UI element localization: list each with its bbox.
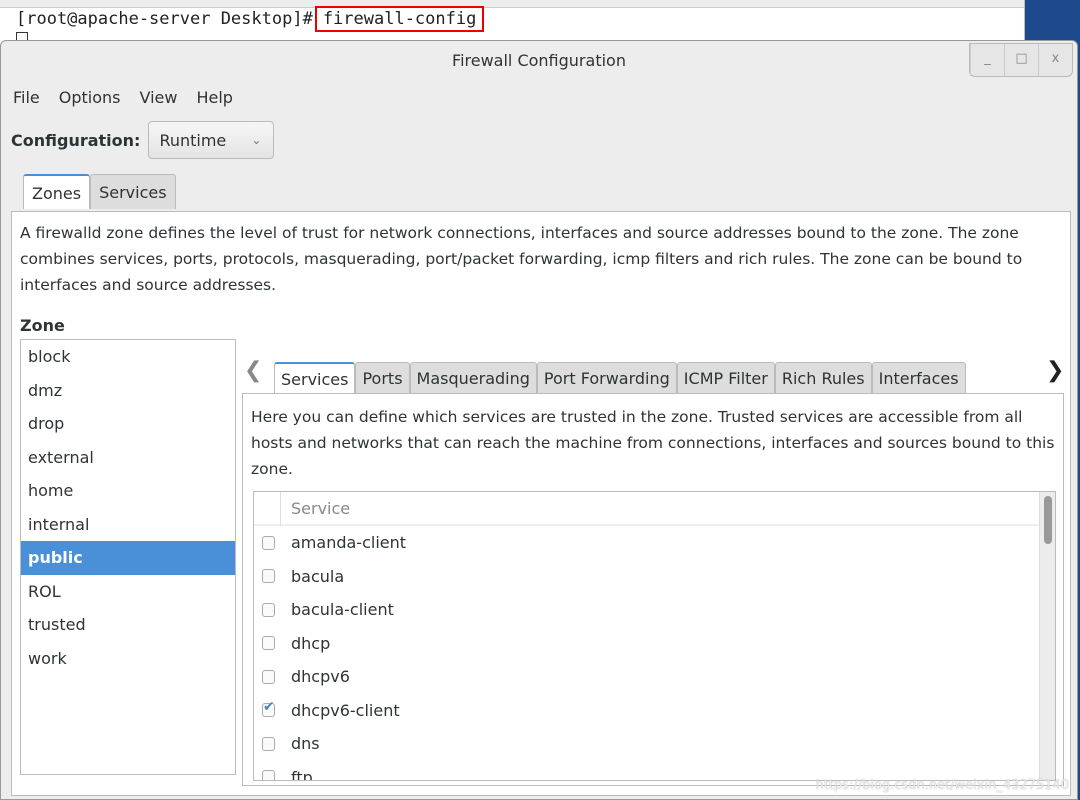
firewall-config-window: Firewall Configuration _ □ x File Option…: [0, 40, 1078, 800]
service-checkbox[interactable]: [262, 736, 275, 751]
tab-zones[interactable]: Zones: [23, 174, 91, 209]
terminal-window: [root@apache-server Desktop]# firewall-co…: [0, 0, 1025, 45]
service-name: bacula-client: [291, 600, 394, 620]
tab-interfaces[interactable]: Interfaces: [871, 362, 966, 394]
tab-zone-services[interactable]: Services: [274, 362, 356, 394]
configuration-value: Runtime: [159, 130, 227, 150]
maximize-button[interactable]: □: [1004, 44, 1038, 76]
tab-icmp-filter[interactable]: ICMP Filter: [676, 362, 775, 394]
service-row[interactable]: dhcpv6-client: [254, 694, 1055, 728]
service-name: dns: [291, 734, 320, 754]
service-checkbox[interactable]: [262, 569, 275, 584]
services-table: Service amanda-client bacula bacula-client…: [253, 491, 1056, 781]
service-name: dhcpv6: [291, 667, 350, 687]
zone-list: block dmz drop external home internal pu…: [20, 339, 236, 775]
zones-panel: A firewalld zone defines the level of tr…: [11, 211, 1071, 796]
service-row[interactable]: dhcp: [254, 627, 1055, 661]
chevron-right-icon[interactable]: ❯: [1046, 358, 1064, 383]
menu-bar: File Options View Help: [13, 88, 233, 107]
highlighted-command: firewall-config: [314, 6, 485, 32]
service-row[interactable]: amanda-client: [254, 526, 1055, 560]
zone-item-trusted[interactable]: trusted: [21, 608, 235, 642]
chevron-left-icon[interactable]: ❮: [244, 358, 262, 383]
tab-masquerading[interactable]: Masquerading: [409, 362, 537, 394]
service-checkbox[interactable]: [262, 669, 275, 684]
menu-options[interactable]: Options: [59, 88, 121, 107]
service-checkbox[interactable]: [262, 770, 275, 780]
zone-item-public[interactable]: public: [21, 541, 235, 575]
tab-services[interactable]: Services: [90, 174, 176, 209]
zone-item-external[interactable]: external: [21, 441, 235, 475]
service-name: dhcpv6-client: [291, 700, 400, 720]
menu-help[interactable]: Help: [196, 88, 232, 107]
terminal-line: [root@apache-server Desktop]# firewall-co…: [16, 6, 485, 32]
chevron-down-icon: ⌄: [251, 133, 262, 147]
zone-item-drop[interactable]: drop: [21, 407, 235, 441]
service-checkbox[interactable]: [262, 636, 275, 651]
scrollbar-thumb[interactable]: [1044, 496, 1052, 544]
tab-port-forwarding[interactable]: Port Forwarding: [536, 362, 677, 394]
menu-view[interactable]: View: [140, 88, 178, 107]
service-row[interactable]: dns: [254, 727, 1055, 761]
service-row[interactable]: bacula: [254, 560, 1055, 594]
zone-item-rol[interactable]: ROL: [21, 575, 235, 609]
zone-label: Zone: [20, 316, 65, 335]
service-column-header[interactable]: Service: [254, 492, 1055, 526]
watermark: https://blog.csdn.net/weixin_43275140: [815, 778, 1069, 793]
minimize-button[interactable]: _: [970, 44, 1004, 76]
service-row[interactable]: bacula-client: [254, 593, 1055, 627]
zone-item-home[interactable]: home: [21, 474, 235, 508]
zone-item-dmz[interactable]: dmz: [21, 374, 235, 408]
tab-ports[interactable]: Ports: [355, 362, 410, 394]
window-title: Firewall Configuration: [452, 51, 626, 70]
terminal-prompt: [root@apache-server Desktop]#: [16, 9, 313, 29]
service-name: bacula: [291, 566, 345, 586]
zone-description: A firewalld zone defines the level of tr…: [20, 224, 1023, 294]
scrollbar[interactable]: [1039, 492, 1055, 780]
service-row[interactable]: dhcpv6: [254, 660, 1055, 694]
menu-file[interactable]: File: [13, 88, 40, 107]
service-name: ftp: [291, 767, 313, 781]
tab-rich-rules[interactable]: Rich Rules: [774, 362, 872, 394]
close-button[interactable]: x: [1038, 44, 1072, 76]
zone-item-work[interactable]: work: [21, 642, 235, 676]
services-description: Here you can define which services are t…: [251, 408, 1055, 478]
services-tab-panel: Here you can define which services are t…: [242, 393, 1064, 786]
zone-item-block[interactable]: block: [21, 340, 235, 374]
service-checkbox[interactable]: [262, 699, 275, 718]
zone-item-internal[interactable]: internal: [21, 508, 235, 542]
service-name: dhcp: [291, 633, 331, 653]
service-checkbox[interactable]: [262, 602, 275, 617]
service-name: amanda-client: [291, 533, 407, 553]
service-checkbox[interactable]: [262, 535, 275, 550]
configuration-select[interactable]: Runtime ⌄: [148, 121, 275, 159]
configuration-label: Configuration:: [11, 130, 141, 150]
